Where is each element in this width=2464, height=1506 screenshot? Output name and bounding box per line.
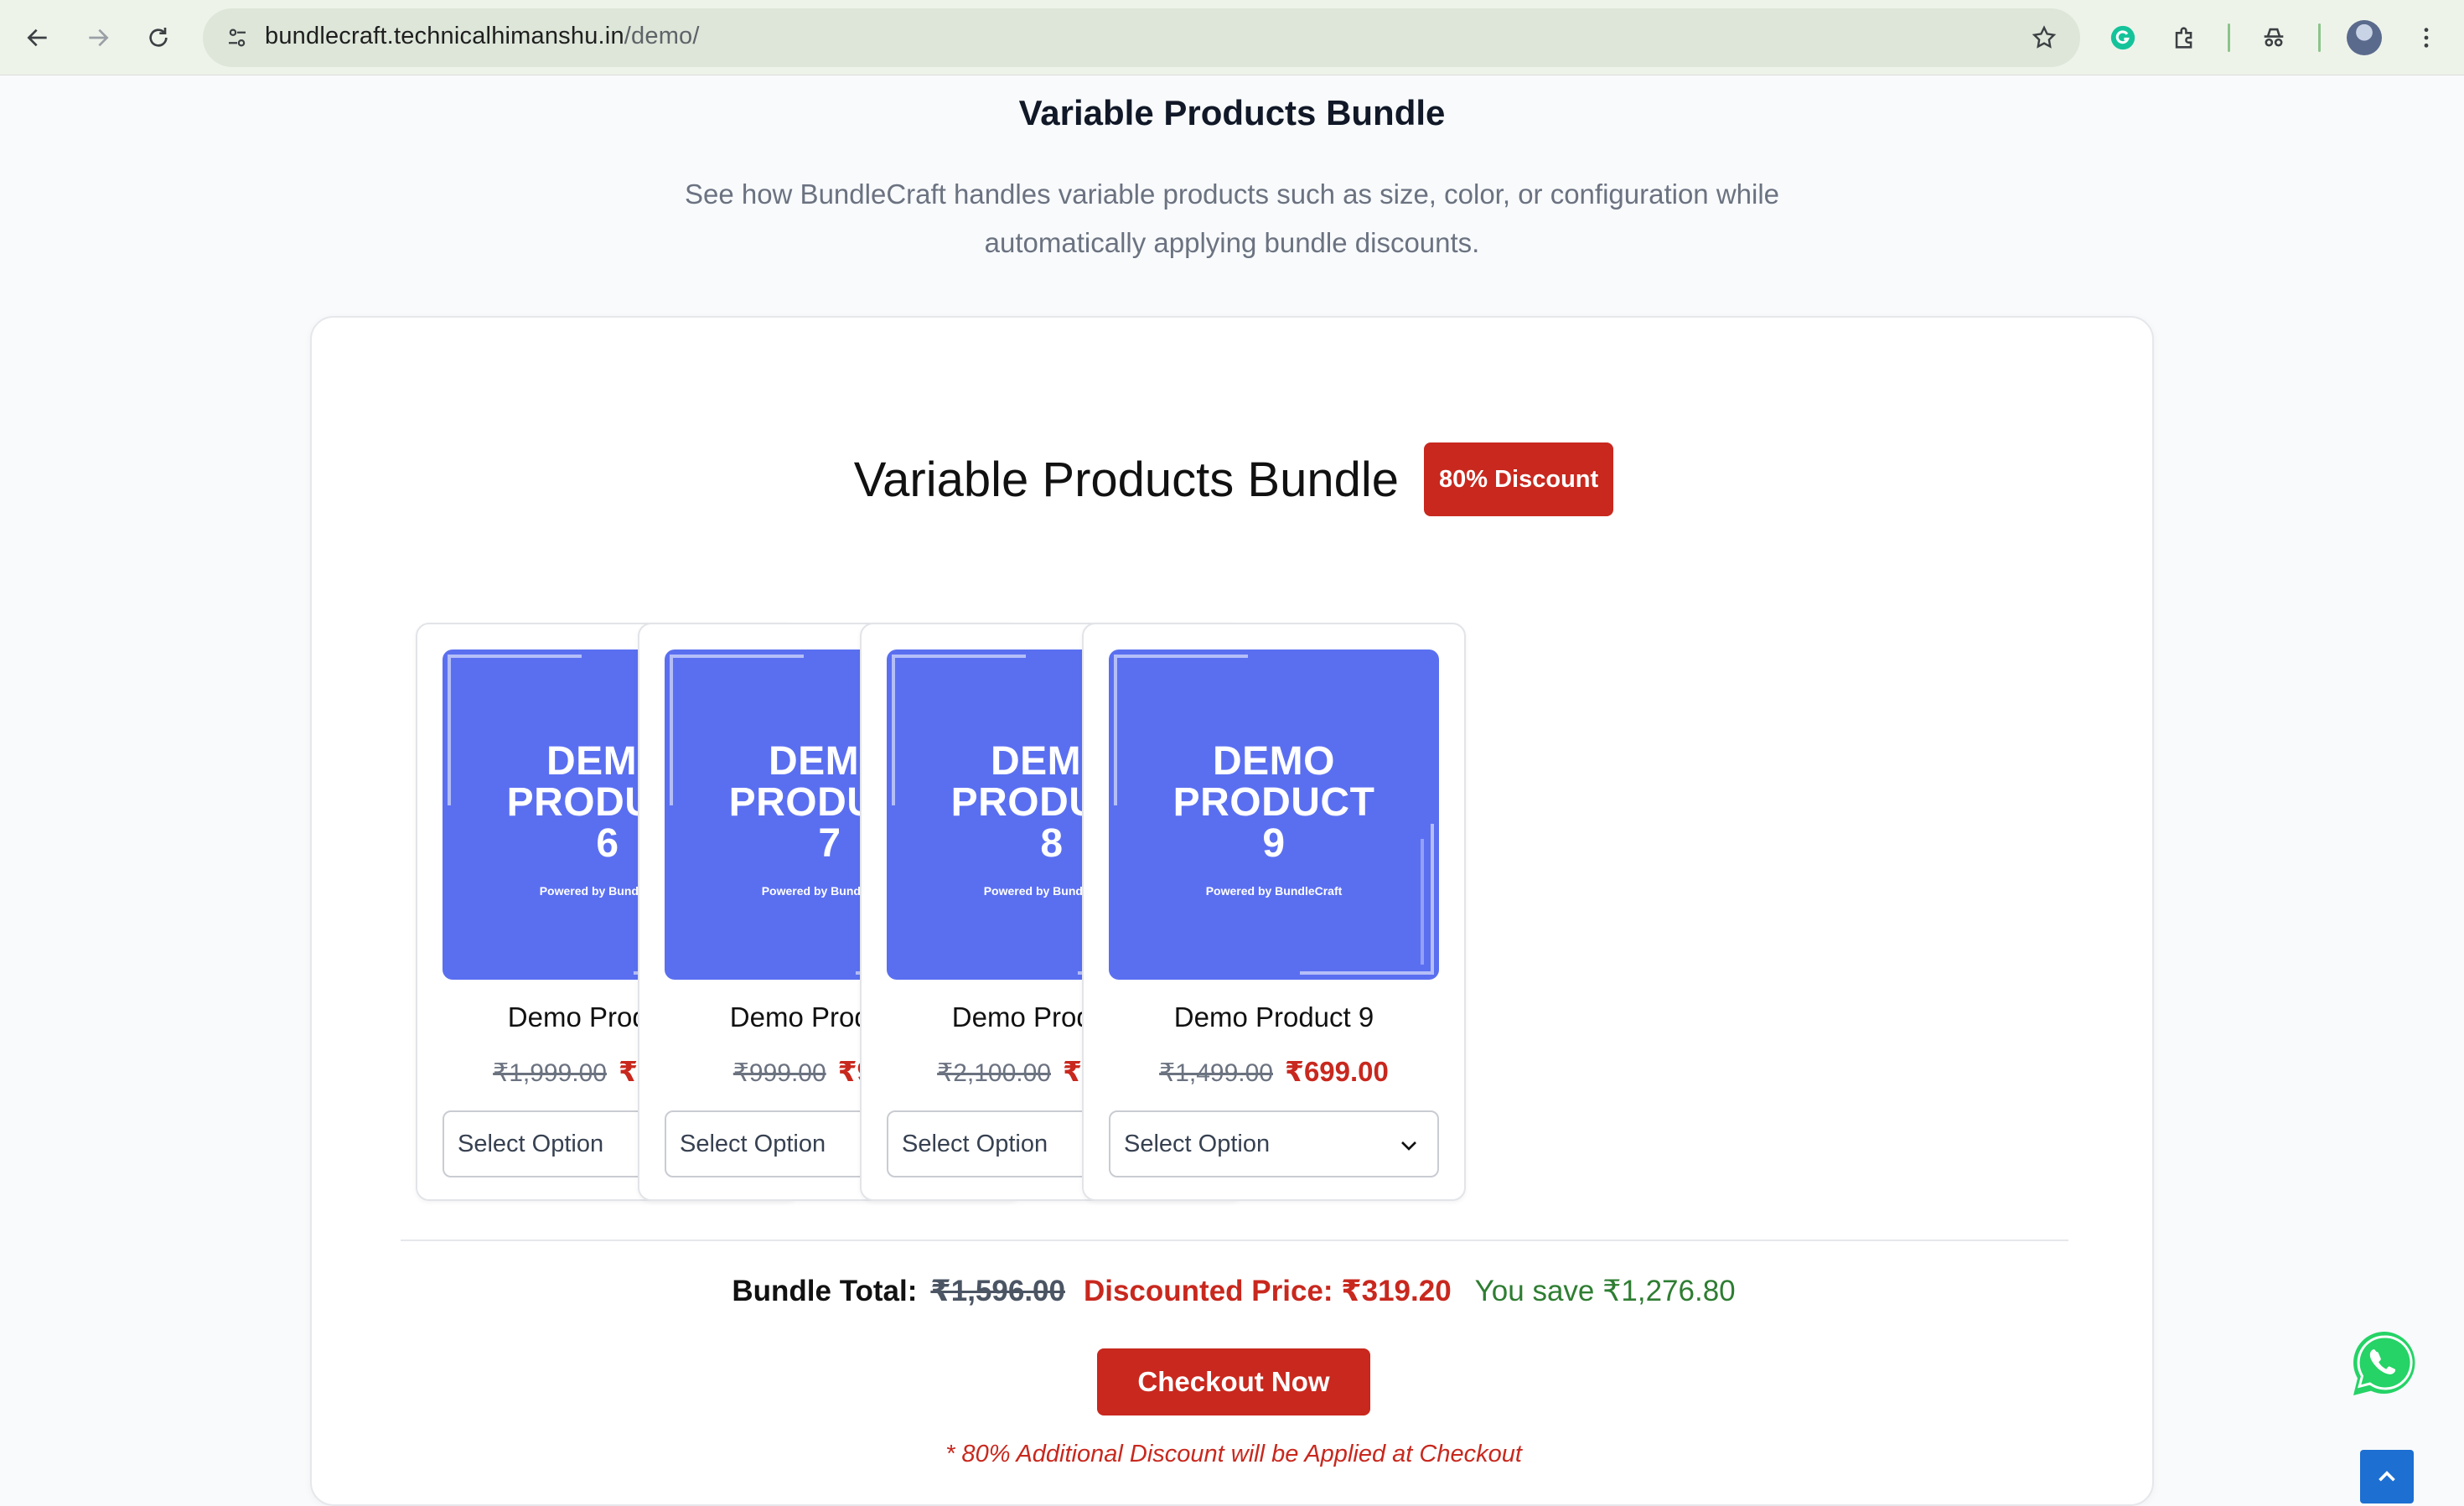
browser-toolbar: bundlecraft.technicalhimanshu.in/demo/ — [0, 0, 2464, 75]
arrow-right-icon — [89, 28, 109, 47]
product-grid: DEMO PRODUCT 6 Powered by BundleCraft Demo… — [416, 623, 2052, 1201]
bundle-discounted-price: Discounted Price: ₹319.20 — [1083, 1275, 1452, 1307]
scroll-to-top-button[interactable] — [2360, 1450, 2414, 1503]
address-bar[interactable]: bundlecraft.technicalhimanshu.in/demo/ — [203, 8, 2080, 67]
chevron-up-icon — [2379, 1471, 2395, 1482]
image-number: 6 — [596, 820, 619, 866]
original-price: ₹2,100.00 — [937, 1059, 1051, 1087]
product-image[interactable]: DEMO PRODUCT 9 Powered by BundleCraft — [1109, 649, 1439, 980]
variant-select-value: Select Option — [1124, 1130, 1271, 1157]
page-content: Variable Products Bundle See how BundleC… — [0, 76, 2464, 1506]
sale-price: ₹699.00 — [1284, 1056, 1389, 1087]
image-frame-decoration — [1114, 655, 1248, 805]
original-price: ₹999.00 — [732, 1059, 826, 1087]
grammarly-extension-button[interactable] — [2100, 15, 2146, 60]
forward-button[interactable] — [75, 15, 121, 60]
image-frame-decoration — [670, 655, 804, 805]
bundle-savings: You save ₹1,276.80 — [1474, 1275, 1736, 1307]
checkout-note: * 80% Additional Discount will be Applie… — [945, 1441, 1522, 1467]
reload-icon — [149, 28, 168, 47]
product-name[interactable]: Demo Product 9 — [1084, 1001, 1464, 1033]
site-info-button[interactable] — [215, 15, 260, 60]
chevron-down-icon — [1401, 1141, 1416, 1151]
image-number: 9 — [1262, 820, 1286, 866]
toolbar-separator — [2318, 23, 2321, 52]
more-vertical-icon — [2424, 28, 2429, 48]
star-icon — [2032, 25, 2057, 49]
original-price: ₹1,999.00 — [493, 1059, 607, 1087]
checkout-button[interactable]: Checkout Now — [1097, 1348, 1370, 1415]
whatsapp-icon — [2353, 1332, 2415, 1395]
incognito-button[interactable] — [2251, 15, 2296, 60]
image-number: 8 — [1040, 820, 1064, 866]
variant-select-value: Select Option — [458, 1130, 604, 1157]
puzzle-icon — [2175, 27, 2192, 49]
discount-badge: 80% Discount — [1424, 442, 1614, 516]
browser-menu-button[interactable] — [2404, 15, 2449, 60]
product-price: ₹1,499.00 ₹699.00 — [1084, 1055, 1464, 1088]
profile-avatar[interactable] — [2347, 20, 2382, 55]
grammarly-icon — [2110, 25, 2135, 50]
divider — [401, 1239, 2068, 1241]
back-button[interactable] — [15, 15, 60, 60]
image-frame-decoration — [1421, 839, 1424, 965]
variant-select[interactable]: Select Option — [1109, 1110, 1439, 1177]
image-frame-decoration — [892, 655, 1026, 805]
bookmark-button[interactable] — [2021, 15, 2067, 60]
variant-select-value: Select Option — [902, 1130, 1048, 1157]
url-host: bundlecraft.technicalhimanshu.in — [265, 23, 624, 49]
tune-icon — [229, 28, 246, 47]
toolbar-separator — [2228, 23, 2230, 52]
bundle-totals: Bundle Total: ₹1,596.00 Discounted Price: … — [312, 1275, 2156, 1308]
section-description: See how BundleCraft handles variable pro… — [684, 179, 1780, 258]
extensions-button[interactable] — [2162, 15, 2208, 60]
url-path: /demo/ — [624, 23, 700, 49]
bundle-title: Variable Products Bundle — [853, 452, 1400, 507]
variant-select-value: Select Option — [680, 1130, 826, 1157]
product-card: DEMO PRODUCT 9 Powered by BundleCraft Demo… — [1082, 623, 1466, 1201]
spy-icon — [2264, 28, 2284, 47]
original-price: ₹1,499.00 — [1159, 1059, 1273, 1087]
arrow-left-icon — [27, 28, 47, 47]
reload-button[interactable] — [136, 15, 181, 60]
bundle-original-total: ₹1,596.00 — [930, 1275, 1065, 1307]
image-frame-decoration — [448, 655, 582, 805]
whatsapp-chat-button[interactable] — [2347, 1327, 2422, 1402]
bundle-header: Variable Products Bundle 80% Discount — [312, 442, 2156, 517]
image-number: 7 — [818, 820, 841, 866]
url-text[interactable]: bundlecraft.technicalhimanshu.in/demo/ — [265, 23, 700, 50]
bundle-total-label: Bundle Total: — [732, 1275, 918, 1307]
image-frame-decoration — [1300, 824, 1434, 975]
bundle-card: Variable Products Bundle 80% Discount DE… — [310, 316, 2154, 1506]
section-title: Variable Products Bundle — [1018, 93, 1446, 132]
